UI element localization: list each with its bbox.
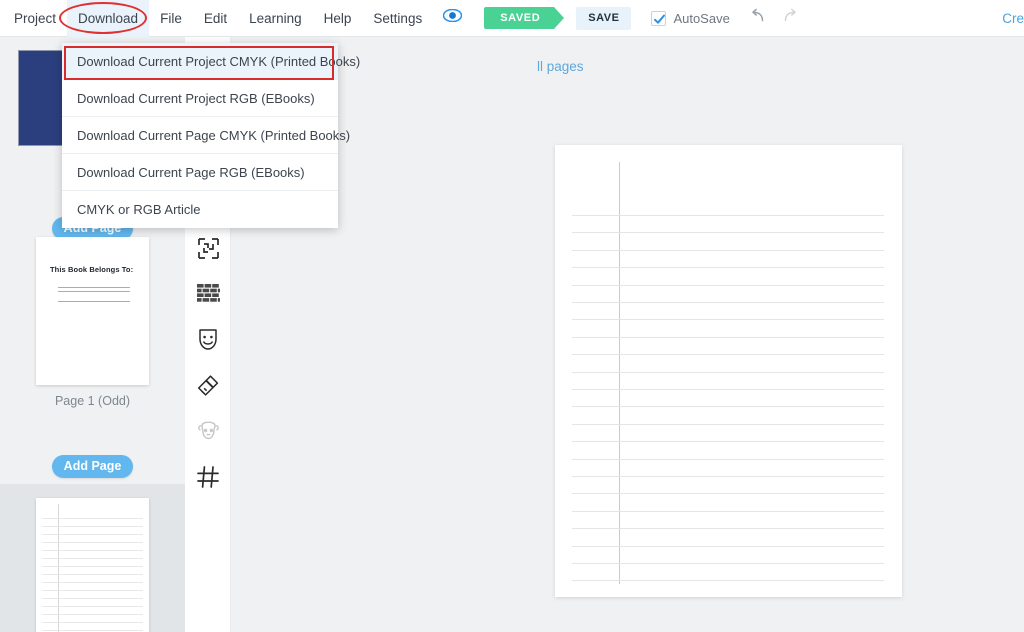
page-2-rule <box>42 614 143 615</box>
page-2-rule <box>42 606 143 607</box>
menu-item-download[interactable]: Download <box>67 0 150 37</box>
paper-rule <box>572 423 884 425</box>
page-2-margin-line <box>58 504 59 632</box>
page-2-rule <box>42 582 143 583</box>
top-menu-bar: Project Download File Edit Learning Help… <box>0 0 1024 37</box>
paper-rule <box>572 493 884 495</box>
menu-item-settings[interactable]: Settings <box>362 0 433 37</box>
menu-item-edit[interactable]: Edit <box>193 0 238 37</box>
page-2-rule <box>42 566 143 567</box>
save-button[interactable]: SAVE <box>576 6 632 30</box>
menu-item-help[interactable]: Help <box>313 0 363 37</box>
page-2-thumbnail[interactable] <box>36 498 149 632</box>
page-2-rule <box>42 550 143 551</box>
undo-arrow-icon <box>748 8 767 28</box>
paper-rule <box>572 580 884 582</box>
create-link[interactable]: Cre <box>1002 11 1024 26</box>
paper-rule <box>572 389 884 390</box>
page-2-rule <box>42 630 143 631</box>
page-1-label: Page 1 (Odd) <box>54 394 131 408</box>
paintbrush-icon[interactable] <box>185 370 231 400</box>
download-dropdown-menu: Download Current Project CMYK (Printed B… <box>62 43 360 228</box>
page-1-thumbnail[interactable]: This Book Belongs To: <box>36 237 149 385</box>
page-2-rule <box>42 598 143 599</box>
page-2-rule <box>42 534 143 535</box>
paper-rule <box>572 336 884 338</box>
page-1-rule <box>58 301 130 302</box>
page-1-heading: This Book Belongs To: <box>50 265 134 274</box>
page-2-rule <box>42 622 143 623</box>
page-2-rule <box>42 542 143 543</box>
dropdown-item-project-cmyk[interactable]: Download Current Project CMYK (Printed B… <box>62 43 360 80</box>
preview-button[interactable] <box>433 8 472 27</box>
dropdown-item-project-rgb[interactable]: Download Current Project RGB (EBooks) <box>62 80 338 117</box>
paper-rule <box>572 267 884 269</box>
page-2-rule <box>42 518 143 519</box>
paper-rule <box>572 528 884 530</box>
dropdown-item-page-cmyk[interactable]: Download Current Page CMYK (Printed Book… <box>62 117 350 154</box>
page-2-rule <box>42 558 143 559</box>
paper-rule <box>572 371 884 373</box>
paper-rule <box>572 510 884 512</box>
paper-rule <box>572 545 884 547</box>
page-editor-paper[interactable] <box>555 145 902 597</box>
sheep-face-icon[interactable] <box>185 416 231 446</box>
autosave-label: AutoSave <box>673 10 730 26</box>
paper-rule <box>572 458 884 460</box>
page-1-rule <box>58 291 130 292</box>
paper-rule <box>572 441 884 443</box>
paper-rule <box>572 476 884 477</box>
maze-icon[interactable] <box>185 233 231 263</box>
paper-rule <box>572 406 884 408</box>
paper-rule <box>572 215 884 216</box>
paper-rule <box>572 354 884 356</box>
paper-rule <box>572 284 884 286</box>
paper-margin-line <box>619 162 620 584</box>
scroll-all-pages-link[interactable]: ll pages <box>537 59 584 74</box>
dropdown-item-page-rgb[interactable]: Download Current Page RGB (EBooks) <box>62 154 338 191</box>
redo-arrow-icon <box>781 8 800 28</box>
page-2-rule <box>42 526 143 527</box>
add-page-button-bottom[interactable]: Add Page <box>52 455 133 478</box>
page-2-rule <box>42 574 143 575</box>
dropdown-item-cmyk-or-rgb-article[interactable]: CMYK or RGB Article <box>62 191 338 228</box>
brick-wall-icon[interactable] <box>185 278 231 308</box>
page-2-rule <box>42 590 143 591</box>
menu-item-project[interactable]: Project <box>0 0 67 37</box>
paper-rule <box>572 302 884 303</box>
paper-rule <box>572 319 884 321</box>
redo-button[interactable] <box>781 8 800 28</box>
paper-rule <box>572 232 884 234</box>
page-1-rule <box>58 287 130 288</box>
page-slot-2[interactable]: Page 2 (Even) <box>0 484 185 632</box>
autosave-toggle[interactable]: AutoSave <box>651 10 730 26</box>
app-root: Project Download File Edit Learning Help… <box>0 0 1024 632</box>
saved-status-badge: SAVED <box>484 7 565 29</box>
theater-mask-icon[interactable] <box>185 324 231 354</box>
eye-icon <box>442 8 463 27</box>
autosave-checkbox[interactable] <box>651 10 667 26</box>
paper-rule <box>572 563 884 564</box>
menu-item-learning[interactable]: Learning <box>238 0 313 37</box>
menu-item-file[interactable]: File <box>149 0 193 37</box>
undo-button[interactable] <box>748 8 767 28</box>
paper-rule <box>572 249 884 251</box>
page-slot-1[interactable]: This Book Belongs To: Page 1 (Odd) <box>0 220 185 408</box>
tic-tac-toe-grid-icon[interactable] <box>185 462 231 492</box>
